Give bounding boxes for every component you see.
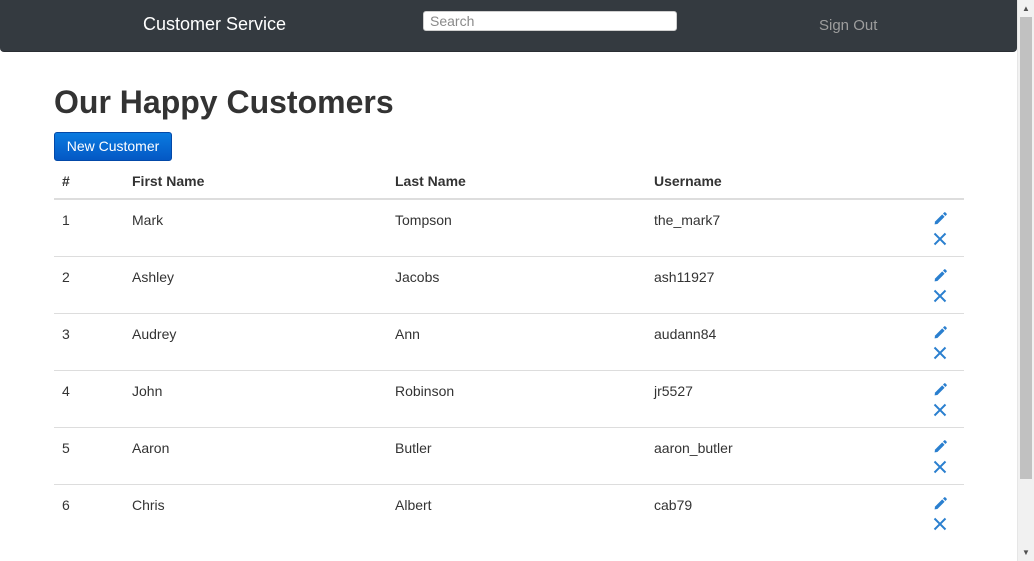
cell-first-name: Ashley	[132, 269, 175, 285]
table-row: 4 John Robinson jr5527	[54, 371, 964, 428]
cell-username: cab79	[654, 497, 693, 513]
brand-title[interactable]: Customer Service	[143, 14, 286, 35]
cell-first-name: Chris	[132, 497, 165, 513]
cell-number: 4	[62, 383, 70, 399]
pencil-icon[interactable]	[933, 326, 947, 340]
cell-number: 3	[62, 326, 70, 342]
cell-first-name: Audrey	[132, 326, 177, 342]
cell-last-name: Robinson	[395, 383, 455, 399]
remove-icon[interactable]	[933, 346, 947, 360]
table-row: 2 Ashley Jacobs ash11927	[54, 257, 964, 314]
customers-table: # First Name Last Name Username 1 Mark Tom…	[54, 171, 964, 541]
pencil-icon[interactable]	[933, 440, 947, 454]
search-input[interactable]	[423, 11, 677, 31]
remove-icon[interactable]	[933, 403, 947, 417]
cell-first-name: John	[132, 383, 163, 399]
column-header-last-name: Last Name	[395, 173, 466, 189]
cell-username: audann84	[654, 326, 717, 342]
table-header: # First Name Last Name Username	[54, 171, 964, 200]
cell-last-name: Jacobs	[395, 269, 440, 285]
cell-number: 1	[62, 212, 70, 228]
scrollbar-thumb[interactable]	[1020, 17, 1032, 479]
table-row: 3 Audrey Ann audann84	[54, 314, 964, 371]
cell-username: aaron_butler	[654, 440, 733, 456]
pencil-icon[interactable]	[933, 497, 947, 511]
cell-username: the_mark7	[654, 212, 721, 228]
pencil-icon[interactable]	[933, 212, 947, 226]
cell-number: 6	[62, 497, 70, 513]
pencil-icon[interactable]	[933, 269, 947, 283]
cell-last-name: Butler	[395, 440, 432, 456]
cell-first-name: Aaron	[132, 440, 170, 456]
column-header-first-name: First Name	[132, 173, 205, 189]
scroll-down-arrow-icon[interactable]: ▼	[1018, 544, 1034, 561]
cell-last-name: Ann	[395, 326, 420, 342]
sign-out-link[interactable]: Sign Out	[819, 17, 877, 34]
cell-username: jr5527	[654, 383, 693, 399]
navbar: Customer Service Sign Out	[0, 0, 1017, 52]
cell-number: 2	[62, 269, 70, 285]
table-body: 1 Mark Tompson the_mark7 2 Ashley Jacobs ash119…	[54, 200, 964, 541]
scroll-up-arrow-icon[interactable]: ▲	[1018, 0, 1034, 17]
cell-last-name: Tompson	[395, 212, 452, 228]
remove-icon[interactable]	[933, 289, 947, 303]
cell-username: ash11927	[654, 269, 715, 285]
pencil-icon[interactable]	[933, 383, 947, 397]
page-title: Our Happy Customers	[54, 84, 394, 120]
cell-last-name: Albert	[395, 497, 432, 513]
column-header-username: Username	[654, 173, 722, 189]
remove-icon[interactable]	[933, 232, 947, 246]
table-row: 6 Chris Albert cab79	[54, 485, 964, 541]
table-row: 1 Mark Tompson the_mark7	[54, 200, 964, 257]
cell-number: 5	[62, 440, 70, 456]
cell-first-name: Mark	[132, 212, 164, 228]
table-row: 5 Aaron Butler aaron_butler	[54, 428, 964, 485]
new-customer-button[interactable]: New Customer	[54, 132, 172, 161]
vertical-scrollbar[interactable]: ▲ ▼	[1017, 0, 1034, 561]
remove-icon[interactable]	[933, 517, 947, 531]
column-header-number: #	[62, 173, 70, 189]
remove-icon[interactable]	[933, 460, 947, 474]
